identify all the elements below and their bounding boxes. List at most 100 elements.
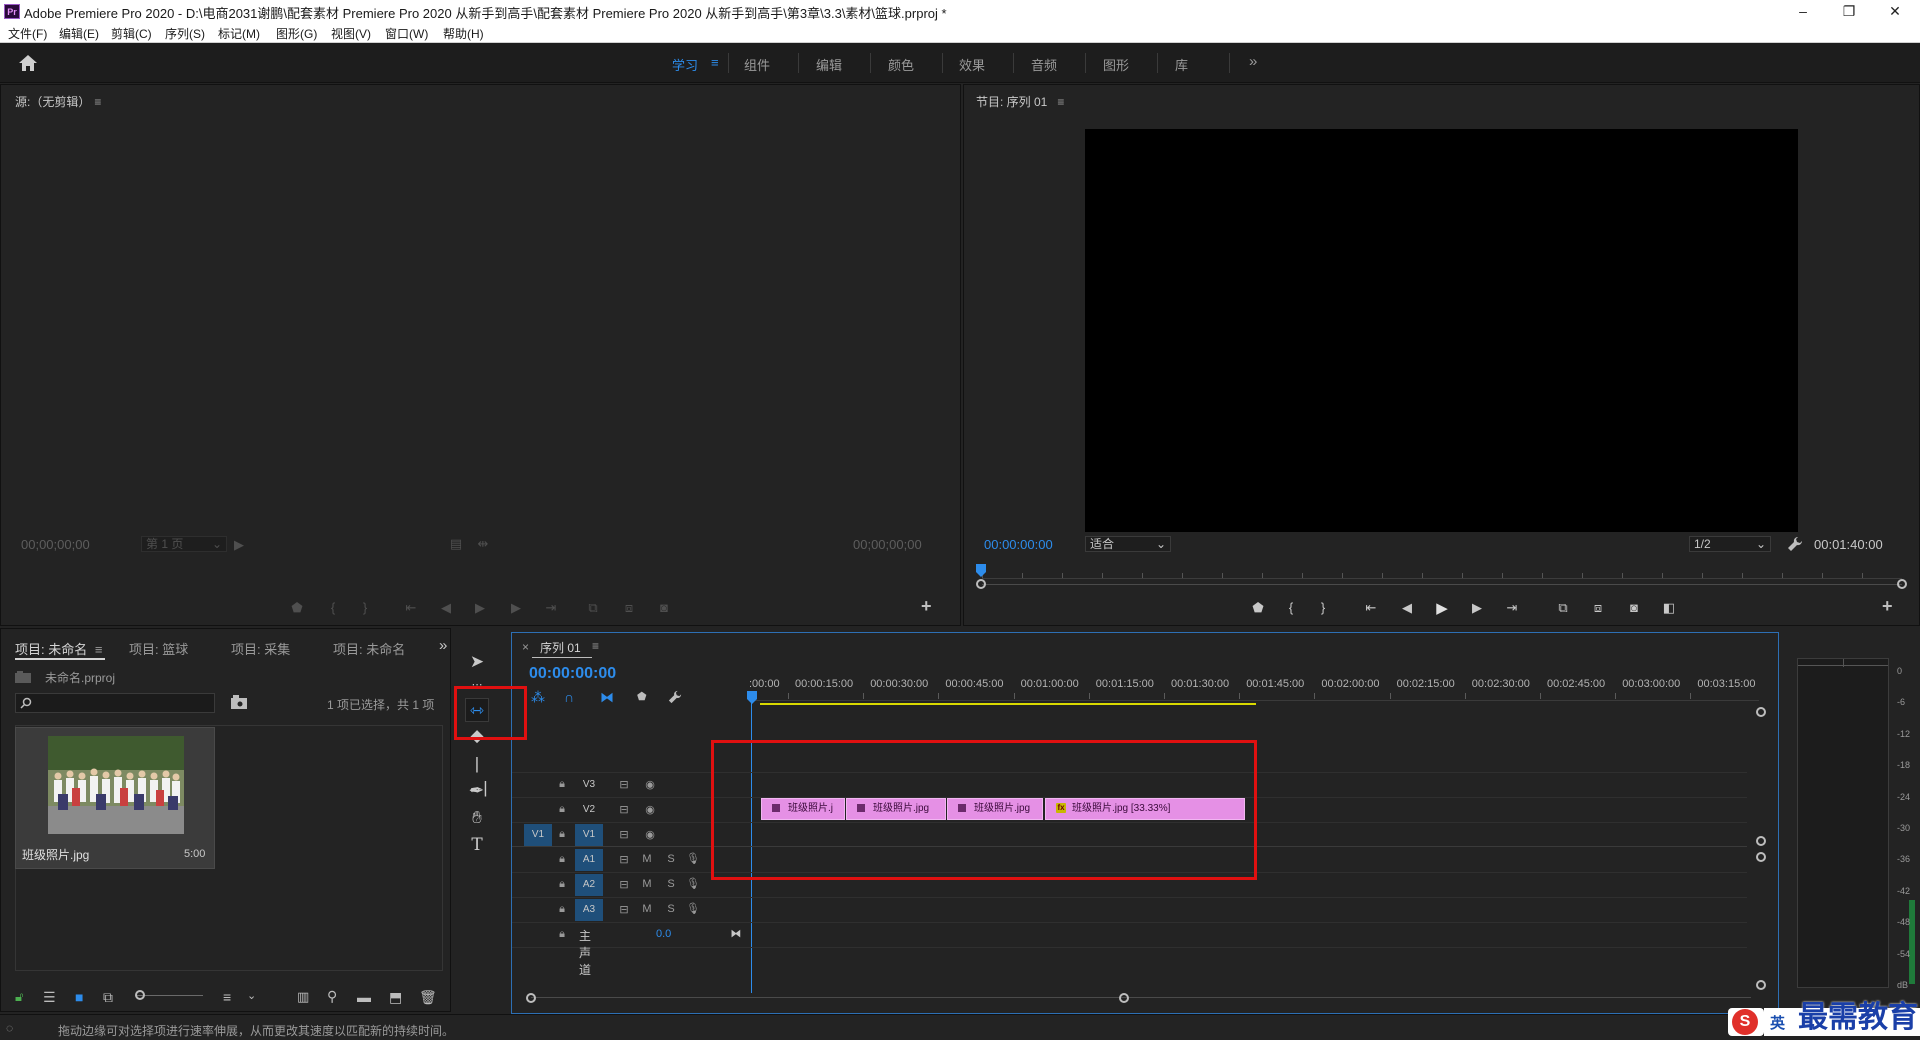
menu-view[interactable]: 视图(V) [331, 25, 371, 42]
timeline-settings-wrench-icon[interactable] [668, 690, 682, 704]
solo-button[interactable]: S [663, 903, 679, 915]
menu-edit[interactable]: 编辑(E) [59, 25, 99, 42]
play-icon[interactable]: ▶ [470, 600, 490, 616]
program-menu-icon[interactable]: ≡ [1057, 95, 1064, 109]
freeform-view-icon[interactable]: ⧉ [103, 989, 113, 1006]
new-bin-icon[interactable]: ▬ [357, 989, 371, 1005]
settings-wrench-icon[interactable] [1787, 536, 1803, 552]
fit-select[interactable]: 适合 ⌄ [1085, 536, 1171, 552]
mark-out-icon[interactable]: } [355, 600, 375, 615]
lock-icon[interactable]: 🔒︎ [554, 778, 570, 791]
go-to-in-icon[interactable]: ⇤ [401, 600, 421, 616]
timeline-zoom-handle-right[interactable] [1119, 993, 1129, 1003]
track-label-v2[interactable]: V2 [575, 799, 603, 821]
play-icon[interactable]: ▶ [1432, 599, 1452, 617]
work-area-bar[interactable] [760, 703, 1256, 705]
program-time-ruler[interactable] [982, 565, 1902, 579]
overwrite-icon[interactable]: ⧈ [619, 600, 639, 616]
workspace-more-icon[interactable]: » [1249, 53, 1257, 70]
go-to-end-icon[interactable]: ⧓ [728, 927, 744, 940]
go-to-out-icon[interactable]: ⇥ [1502, 600, 1522, 616]
workspace-effects[interactable]: 效果 [959, 55, 985, 74]
minimize-button[interactable]: – [1780, 0, 1826, 23]
export-frame-icon[interactable]: ◙ [1624, 600, 1644, 615]
add-marker-icon[interactable]: ⬟ [1248, 600, 1268, 616]
eye-icon[interactable]: ◉ [642, 803, 658, 816]
mute-button[interactable]: M [639, 878, 655, 890]
pen-tool-icon[interactable]: ✒ [465, 779, 489, 803]
workspace-graphics[interactable]: 图形 [1103, 55, 1129, 74]
extract-icon[interactable]: ⧈ [1588, 600, 1608, 616]
go-to-in-icon[interactable]: ⇤ [1361, 600, 1381, 616]
project-item-card[interactable]: 班级照片.jpg 5:00 [15, 727, 215, 869]
snap-magnet-icon[interactable]: ∩ [564, 689, 574, 705]
sync-lock-icon[interactable]: ⊟ [616, 828, 632, 841]
workspace-audio[interactable]: 音频 [1031, 55, 1057, 74]
lock-icon[interactable]: 🔒︎ [554, 928, 570, 941]
type-tool-icon[interactable]: T [465, 833, 489, 857]
tab-project-basketball[interactable]: 项目: 篮球 [129, 639, 188, 658]
source-page-select[interactable]: 第 1 页 ⌄ [141, 536, 227, 552]
panel-more-icon[interactable]: » [439, 637, 447, 654]
tab-project-untitled-2[interactable]: 项目: 未命名 [333, 639, 405, 658]
eye-icon[interactable]: ◉ [642, 828, 658, 841]
menu-clip[interactable]: 剪辑(C) [111, 25, 152, 42]
sync-lock-icon[interactable]: ⊟ [616, 778, 632, 791]
workspace-libraries[interactable]: 库 [1175, 55, 1188, 74]
new-search-bin-icon[interactable] [231, 695, 247, 709]
zoom-scrollbar[interactable] [982, 584, 1902, 585]
sort-icon[interactable]: ≡ [223, 989, 231, 1005]
sync-lock-icon[interactable]: ⊟ [616, 903, 632, 916]
comparison-view-icon[interactable]: ◧ [1659, 600, 1679, 616]
timeline-zoom-scrollbar[interactable] [531, 997, 1751, 998]
lock-icon[interactable]: 🔒︎ [554, 803, 570, 816]
mark-in-icon[interactable]: { [323, 600, 343, 615]
workspace-learn[interactable]: 学习 [672, 55, 698, 74]
mark-in-icon[interactable]: { [1281, 600, 1301, 615]
menu-file[interactable]: 文件(F) [8, 25, 47, 42]
lock-icon[interactable]: 🔒︎ [554, 853, 570, 866]
workspace-menu-icon[interactable]: ≡ [711, 55, 719, 70]
go-to-out-icon[interactable]: ⇥ [541, 600, 561, 616]
workspace-editing[interactable]: 编辑 [816, 55, 842, 74]
close-sequence-icon[interactable]: × [522, 640, 529, 654]
drop-frame-icon[interactable]: ▤ [446, 536, 466, 552]
slip-tool-icon[interactable]: |↔| [465, 752, 489, 797]
program-video-display[interactable] [1085, 129, 1798, 532]
trash-icon[interactable]: 🗑︎ [419, 989, 437, 1006]
new-item-icon[interactable]: ⬒ [389, 989, 402, 1006]
close-button[interactable]: ✕ [1872, 0, 1918, 23]
play-small-icon[interactable]: ▶ [229, 537, 249, 553]
audio-scroll-handle-top[interactable] [1756, 852, 1766, 862]
step-back-icon[interactable]: ◀ [436, 600, 456, 616]
mute-button[interactable]: M [639, 903, 655, 915]
lock-icon[interactable]: 🔓︎ [15, 989, 23, 1005]
restore-button[interactable]: ❐ [1826, 0, 1872, 23]
list-view-icon[interactable]: ☰ [43, 989, 56, 1006]
program-playhead-timecode[interactable]: 00:00:00:00 [984, 537, 1053, 552]
lock-icon[interactable]: 🔒︎ [554, 828, 570, 841]
step-forward-icon[interactable]: ▶ [506, 600, 526, 616]
solo-button[interactable]: S [663, 878, 679, 890]
find-icon[interactable]: ⚲ [327, 988, 337, 1005]
add-marker-icon[interactable]: ⬟ [287, 600, 307, 616]
home-icon[interactable] [18, 54, 38, 72]
solo-button[interactable]: S [663, 853, 679, 865]
export-frame-icon[interactable]: ◙ [654, 600, 674, 615]
zoom-slider[interactable] [135, 995, 203, 996]
button-editor-plus-icon[interactable]: + [921, 596, 932, 617]
step-back-icon[interactable]: ◀ [1397, 600, 1417, 616]
zoom-handle-right[interactable] [1897, 579, 1907, 589]
workspace-color[interactable]: 颜色 [888, 55, 914, 74]
track-label-v3[interactable]: V3 [575, 774, 603, 796]
eye-icon[interactable]: ◉ [642, 778, 658, 791]
timeline-playhead-timecode[interactable]: 00:00:00:00 [529, 665, 616, 683]
menu-sequence[interactable]: 序列(S) [165, 25, 205, 42]
nest-icon[interactable]: ⁂ [531, 689, 545, 706]
microphone-icon[interactable]: 🎙︎ [685, 902, 701, 915]
menu-graphics[interactable]: 图形(G) [276, 25, 317, 42]
linked-selection-icon[interactable]: ⧓ [600, 689, 614, 706]
sequence-menu-icon[interactable]: ≡ [592, 639, 599, 653]
sync-lock-icon[interactable]: ⊟ [616, 878, 632, 891]
source-menu-icon[interactable]: ≡ [94, 95, 101, 109]
